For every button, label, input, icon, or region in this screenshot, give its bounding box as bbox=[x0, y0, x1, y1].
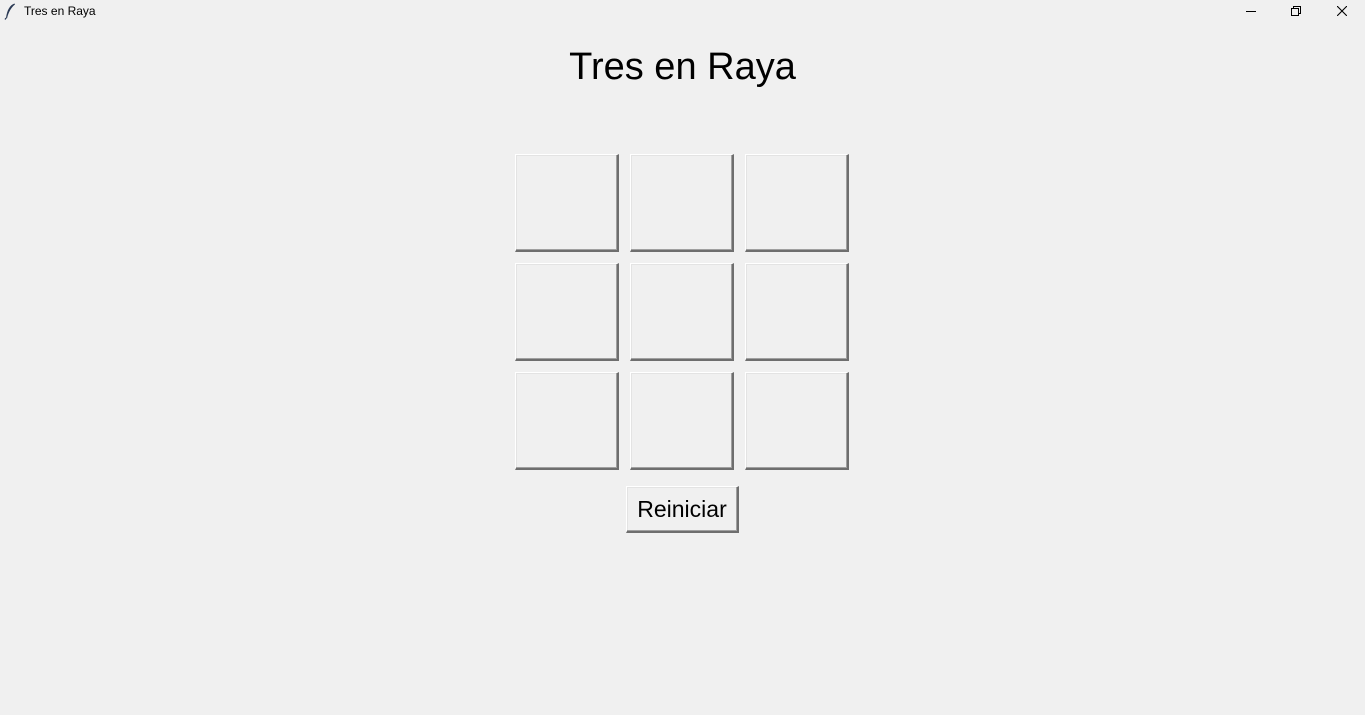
reset-button[interactable]: Reiniciar bbox=[626, 486, 739, 533]
board-cell-1-0[interactable] bbox=[515, 263, 619, 361]
board-cell-2-0[interactable] bbox=[515, 372, 619, 470]
app-window: Tres en Raya Tres en Raya Reiniciar bbox=[0, 0, 1365, 715]
board-cell-0-2[interactable] bbox=[745, 154, 849, 252]
window-title: Tres en Raya bbox=[24, 4, 96, 18]
title-bar: Tres en Raya bbox=[0, 0, 1365, 23]
restore-icon bbox=[1290, 6, 1301, 16]
board-cell-0-1[interactable] bbox=[630, 154, 734, 252]
close-button[interactable] bbox=[1319, 0, 1364, 22]
restore-button[interactable] bbox=[1273, 0, 1318, 22]
minimize-icon bbox=[1245, 6, 1256, 16]
close-icon bbox=[1336, 6, 1347, 16]
board-cell-1-1[interactable] bbox=[630, 263, 734, 361]
board-cell-1-2[interactable] bbox=[745, 263, 849, 361]
game-title: Tres en Raya bbox=[569, 46, 796, 88]
board-cell-2-2[interactable] bbox=[745, 372, 849, 470]
feather-icon bbox=[4, 3, 16, 20]
board-cell-0-0[interactable] bbox=[515, 154, 619, 252]
minimize-button[interactable] bbox=[1228, 0, 1273, 22]
board-cell-2-1[interactable] bbox=[630, 372, 734, 470]
